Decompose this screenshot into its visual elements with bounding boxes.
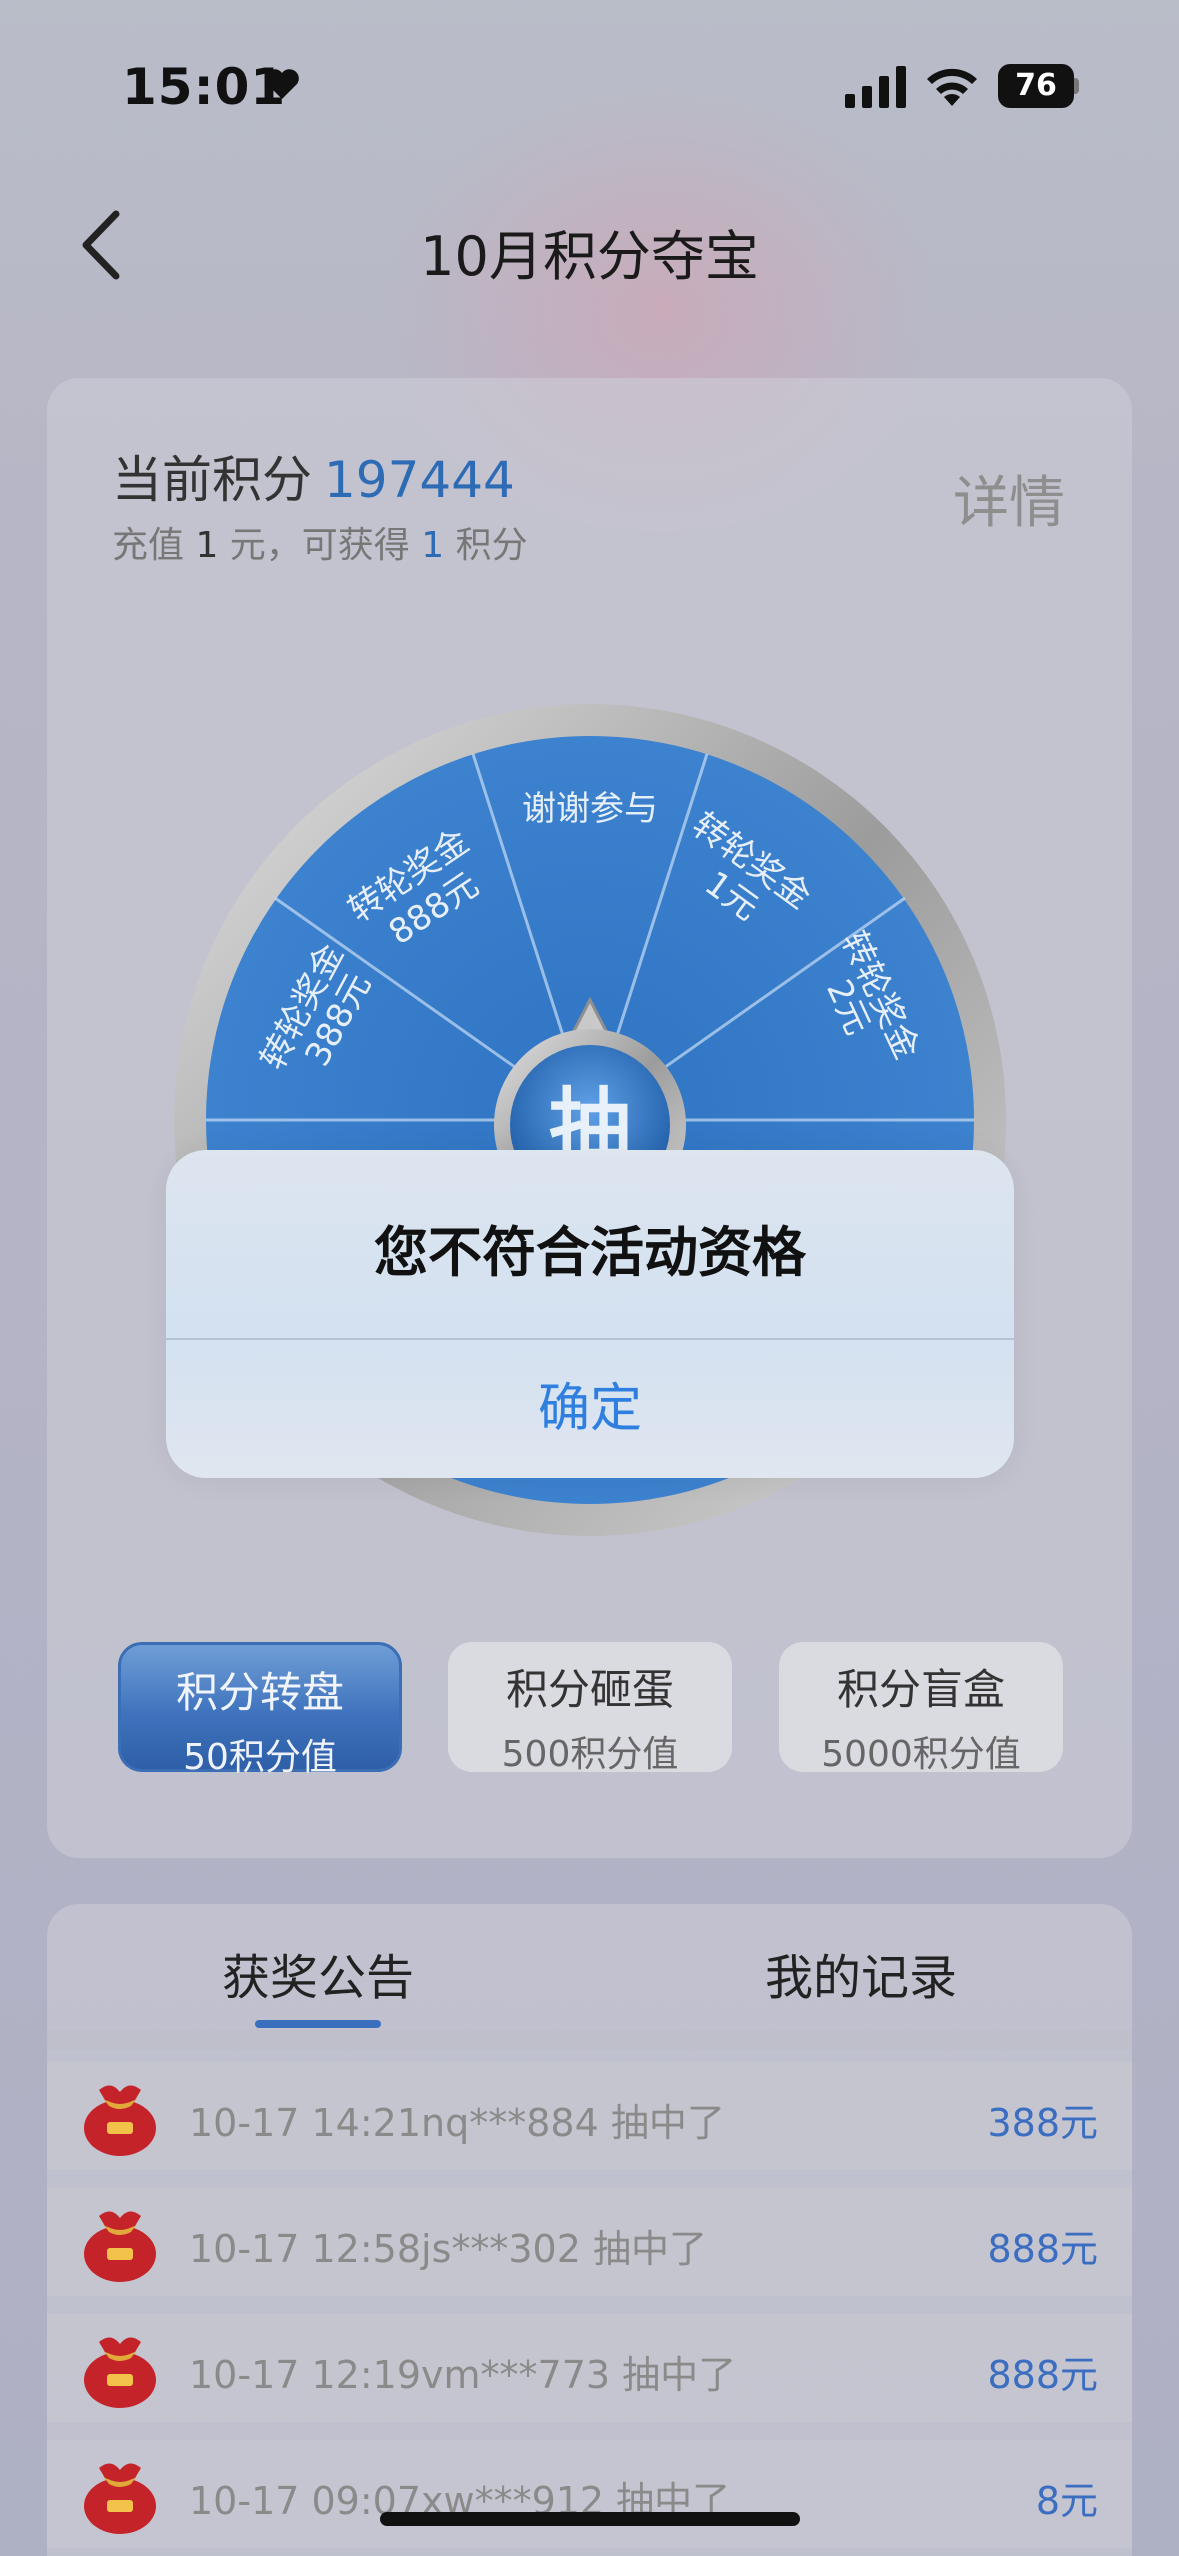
rule-prefix: 充值: [112, 525, 196, 566]
tab-points-blindbox[interactable]: 积分盲盒 5000积分值: [779, 1642, 1063, 1775]
current-points: 当前积分 197444: [112, 440, 515, 512]
game-tab-title: 积分转盘: [175, 1668, 344, 1717]
wheel-segment-label: 谢谢参与: [522, 789, 658, 829]
page-title: 10月积分夺宝: [420, 225, 759, 288]
points-label: 当前积分: [112, 451, 312, 509]
points-value: 197444: [324, 451, 515, 509]
list-item: 10-17 12:58js***302 抽中了 888元: [47, 2188, 1132, 2296]
tab-announcements[interactable]: 获奖公告: [222, 1938, 414, 2008]
red-envelope-bag-icon: [84, 2463, 156, 2534]
list-item: 10-17 09:07xw***912 抽中了 8元: [47, 2440, 1132, 2548]
game-tab-cost: 500积分值: [501, 1734, 679, 1775]
battery-tip: [1074, 78, 1079, 94]
tab-points-egg[interactable]: 积分砸蛋 500积分值: [448, 1642, 732, 1775]
rule-middle: 元，可获得: [218, 525, 422, 566]
wifi-icon: [927, 68, 977, 106]
tab-my-records[interactable]: 我的记录: [765, 1938, 957, 2008]
winner-amount: 888元: [987, 2353, 1098, 2397]
list-item: 10-17 12:19vm***773 抽中了 888元: [47, 2314, 1132, 2422]
battery-icon: 76: [998, 64, 1079, 108]
status-bar: 15:01 76: [0, 0, 1179, 150]
winner-amount: 388元: [987, 2101, 1098, 2145]
red-envelope-bag-icon: [84, 2337, 156, 2408]
game-tab-title: 积分盲盒: [836, 1665, 1005, 1714]
winner-amount: 888元: [987, 2227, 1098, 2271]
alert-dialog: 您不符合活动资格 确定: [166, 1150, 1014, 1478]
red-envelope-bag-icon: [84, 2211, 156, 2282]
home-indicator[interactable]: [380, 2512, 800, 2526]
rule-amount: 1: [195, 525, 219, 566]
cellular-signal-icon: [845, 66, 906, 108]
winner-amount: 8元: [1035, 2479, 1098, 2523]
active-tab-indicator: [255, 2020, 381, 2028]
winner-text: 10-17 12:19vm***773 抽中了: [189, 2353, 737, 2397]
divider: [47, 2030, 1132, 2050]
game-tab-title: 积分砸蛋: [505, 1665, 674, 1714]
game-tab-cost: 50积分值: [183, 1737, 337, 1778]
rule-suffix: 积分: [444, 525, 528, 566]
heart-icon: [265, 69, 299, 99]
list-item: 10-17 14:21nq***884 抽中了 388元: [47, 2062, 1132, 2170]
detail-link[interactable]: 详情: [953, 458, 1065, 539]
game-tab-cost: 5000积分值: [821, 1734, 1021, 1775]
battery-level: 76: [998, 64, 1074, 108]
winner-text: 10-17 12:58js***302 抽中了: [189, 2227, 707, 2271]
confirm-button[interactable]: 确定: [166, 1340, 1014, 1478]
red-envelope-bag-icon: [84, 2085, 156, 2156]
winner-text: 10-17 14:21nq***884 抽中了: [189, 2101, 725, 2145]
rule-points: 1: [421, 525, 445, 566]
points-rule: 充值 1 元，可获得 1 积分: [112, 516, 528, 568]
dialog-title: 您不符合活动资格: [374, 1221, 806, 1284]
tab-points-wheel[interactable]: 积分转盘 50积分值: [118, 1642, 402, 1778]
